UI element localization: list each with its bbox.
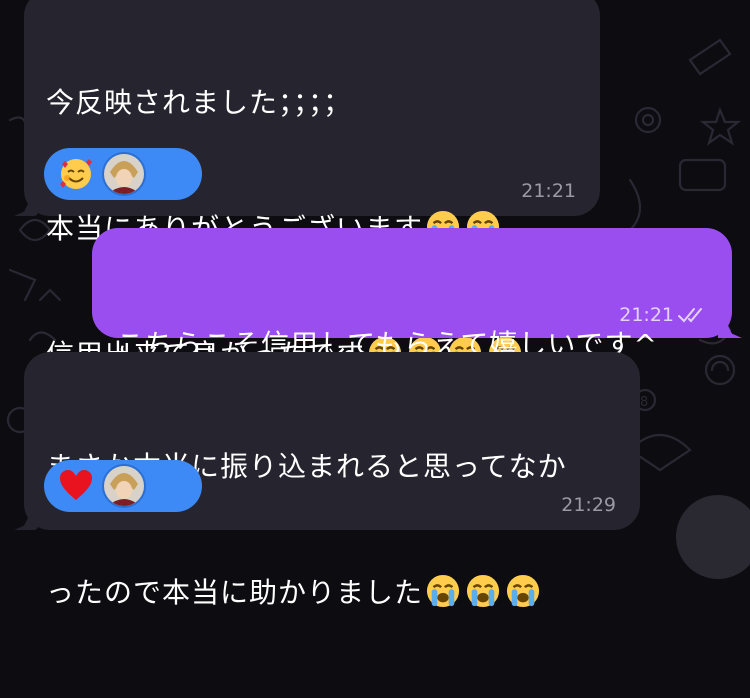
message-line: 今反映されました；；；；: [46, 86, 353, 119]
message-timestamp: 21:29: [561, 494, 616, 516]
reaction-pill[interactable]: [44, 460, 202, 512]
read-double-check-icon: [678, 308, 702, 323]
reaction-pill[interactable]: [44, 148, 202, 200]
loudly-crying-face-icon: [506, 574, 540, 608]
avatar: [102, 152, 146, 196]
bubble-tail: [14, 196, 38, 216]
message-text: まさか本当に振り込まれると思ってなか ったので本当に助かりました: [46, 362, 567, 698]
scroll-down-button[interactable]: [676, 495, 750, 579]
message-timestamp: 21:21: [521, 180, 576, 202]
avatar: [102, 464, 146, 508]
bubble-tail: [718, 318, 742, 338]
loudly-crying-face-icon: [466, 574, 500, 608]
bubble-tail: [14, 510, 38, 530]
message-bubble-incoming[interactable]: 今反映されました；；；； 本当にありがとうございます 信用出来て良かったです 2…: [14, 0, 600, 371]
message-bubble-incoming[interactable]: まさか本当に振り込まれると思ってなか ったので本当に助かりました 21:29: [14, 352, 640, 609]
red-heart-icon: [60, 470, 92, 500]
message-timestamp: 21:21: [619, 304, 708, 326]
message-bubble-outgoing[interactable]: こちらこそ信用してもらえて嬉しいです^ ^ 21:21: [92, 228, 742, 477]
message-line: ったので本当に助かりました: [46, 572, 567, 614]
smiling-face-with-hearts-icon: [60, 159, 92, 189]
loudly-crying-face-icon: [426, 574, 460, 608]
